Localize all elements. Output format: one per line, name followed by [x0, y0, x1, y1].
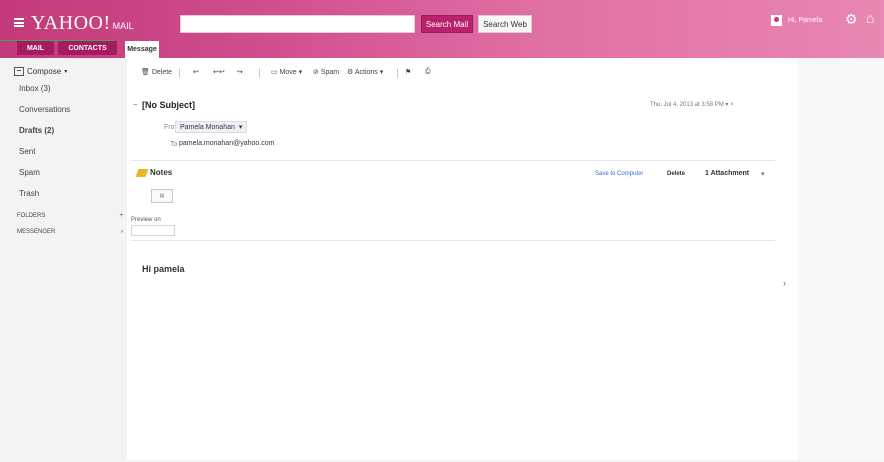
- search-mail-button[interactable]: Search Mail: [421, 15, 473, 33]
- to-value[interactable]: pamela.monahan@yahoo.com: [179, 140, 274, 147]
- save-to-computer-link[interactable]: Save to Computer: [595, 171, 643, 177]
- toolbar-divider: [259, 68, 260, 78]
- attachment-count[interactable]: 1 Attachment: [705, 170, 749, 177]
- flag-icon[interactable]: ⚑: [405, 68, 411, 76]
- message-body: Hi pamela: [142, 264, 185, 274]
- tab-mail[interactable]: MAIL: [17, 41, 54, 55]
- message-date-text: Thu, Jul 4, 2013 at 3:58 PM: [650, 102, 724, 108]
- gear-icon[interactable]: ⚙: [845, 12, 858, 26]
- print-icon[interactable]: ⎙: [425, 68, 431, 76]
- message-toolbar: 🗑 Delete ↩ ↩↩ ↪ ▭ Move ▾ ⊘ Spam ⚙ Action…: [127, 65, 798, 81]
- chevron-down-icon[interactable]: ▾: [761, 170, 765, 178]
- sidebar-item-inbox[interactable]: Inbox (3): [19, 84, 51, 93]
- attachment-thumbnail[interactable]: ▤: [151, 189, 173, 203]
- move-label: Move: [279, 69, 297, 76]
- compose-label: Compose: [27, 67, 62, 76]
- delete-attachment-link[interactable]: Delete: [667, 171, 685, 177]
- sidebar-item-trash[interactable]: Trash: [19, 189, 39, 198]
- spam-label: Spam: [320, 69, 340, 76]
- delete-label: Delete: [151, 69, 173, 76]
- toolbar-divider: [179, 68, 180, 78]
- divider: [131, 240, 775, 241]
- delete-button[interactable]: 🗑 Delete: [141, 68, 172, 76]
- logo-text: YAHOO!: [31, 12, 111, 34]
- spam-button[interactable]: ⊘ Spam: [313, 68, 339, 76]
- preview-label: Preview on: [131, 217, 161, 223]
- message-date: Thu, Jul 4, 2013 at 3:58 PM ▾ ×: [650, 102, 734, 108]
- right-strip: [798, 58, 884, 460]
- logo-suffix: MAIL: [112, 21, 134, 31]
- sidebar-item-sent[interactable]: Sent: [19, 147, 35, 156]
- preview-select[interactable]: [131, 225, 175, 236]
- avatar: [771, 15, 782, 26]
- from-value: Pamela Monahan: [180, 123, 235, 131]
- actions-label: Actions: [354, 69, 378, 76]
- search-web-button[interactable]: Search Web: [478, 15, 532, 33]
- menu-icon[interactable]: [14, 18, 24, 27]
- tab-message[interactable]: Message: [125, 41, 159, 58]
- compose-button[interactable]: Compose ▾: [14, 64, 112, 79]
- chevron-right-icon[interactable]: ›: [121, 229, 123, 235]
- reply-icon[interactable]: ↩: [193, 68, 199, 76]
- sidebar-section-label: MESSENGER: [17, 229, 56, 235]
- plus-icon[interactable]: +: [119, 213, 123, 219]
- message-pane: [127, 58, 798, 460]
- toolbar-divider: [397, 68, 398, 78]
- sidebar-item-spam[interactable]: Spam: [19, 168, 40, 177]
- chevron-down-icon: ▾: [238, 124, 243, 131]
- chevron-down-icon: ▾: [64, 69, 68, 75]
- compose-icon: [14, 67, 24, 76]
- attachment-title[interactable]: Notes: [150, 168, 172, 177]
- to-label: To: [170, 141, 178, 148]
- sidebar-section-label: FOLDERS: [17, 213, 46, 219]
- from-chip[interactable]: Pamela Monahan ▾: [175, 121, 248, 133]
- sidebar-section-folders[interactable]: FOLDERS +: [17, 213, 123, 219]
- forward-icon[interactable]: ↪: [237, 68, 243, 76]
- user-menu[interactable]: Hi, Pamela: [771, 15, 822, 26]
- actions-button[interactable]: ⚙ Actions ▾: [347, 68, 383, 76]
- sidebar-item-conversations[interactable]: Conversations: [19, 105, 70, 114]
- sidebar-item-drafts[interactable]: Drafts (2): [19, 126, 54, 135]
- chevron-right-icon[interactable]: ›: [783, 278, 786, 288]
- yahoo-mail-logo[interactable]: YAHOO! MAIL: [31, 12, 134, 35]
- tab-contacts[interactable]: CONTACTS: [58, 41, 117, 55]
- sidebar-section-messenger[interactable]: MESSENGER ›: [17, 229, 123, 235]
- divider: [131, 160, 775, 161]
- search-input[interactable]: [180, 15, 415, 33]
- reply-all-icon[interactable]: ↩↩: [213, 68, 225, 76]
- home-icon[interactable]: ⌂: [866, 11, 874, 25]
- move-button[interactable]: ▭ Move ▾: [271, 68, 302, 76]
- message-subject: [No Subject]: [142, 100, 195, 110]
- collapse-icon[interactable]: −: [133, 100, 138, 109]
- user-name: Hi, Pamela: [788, 17, 823, 24]
